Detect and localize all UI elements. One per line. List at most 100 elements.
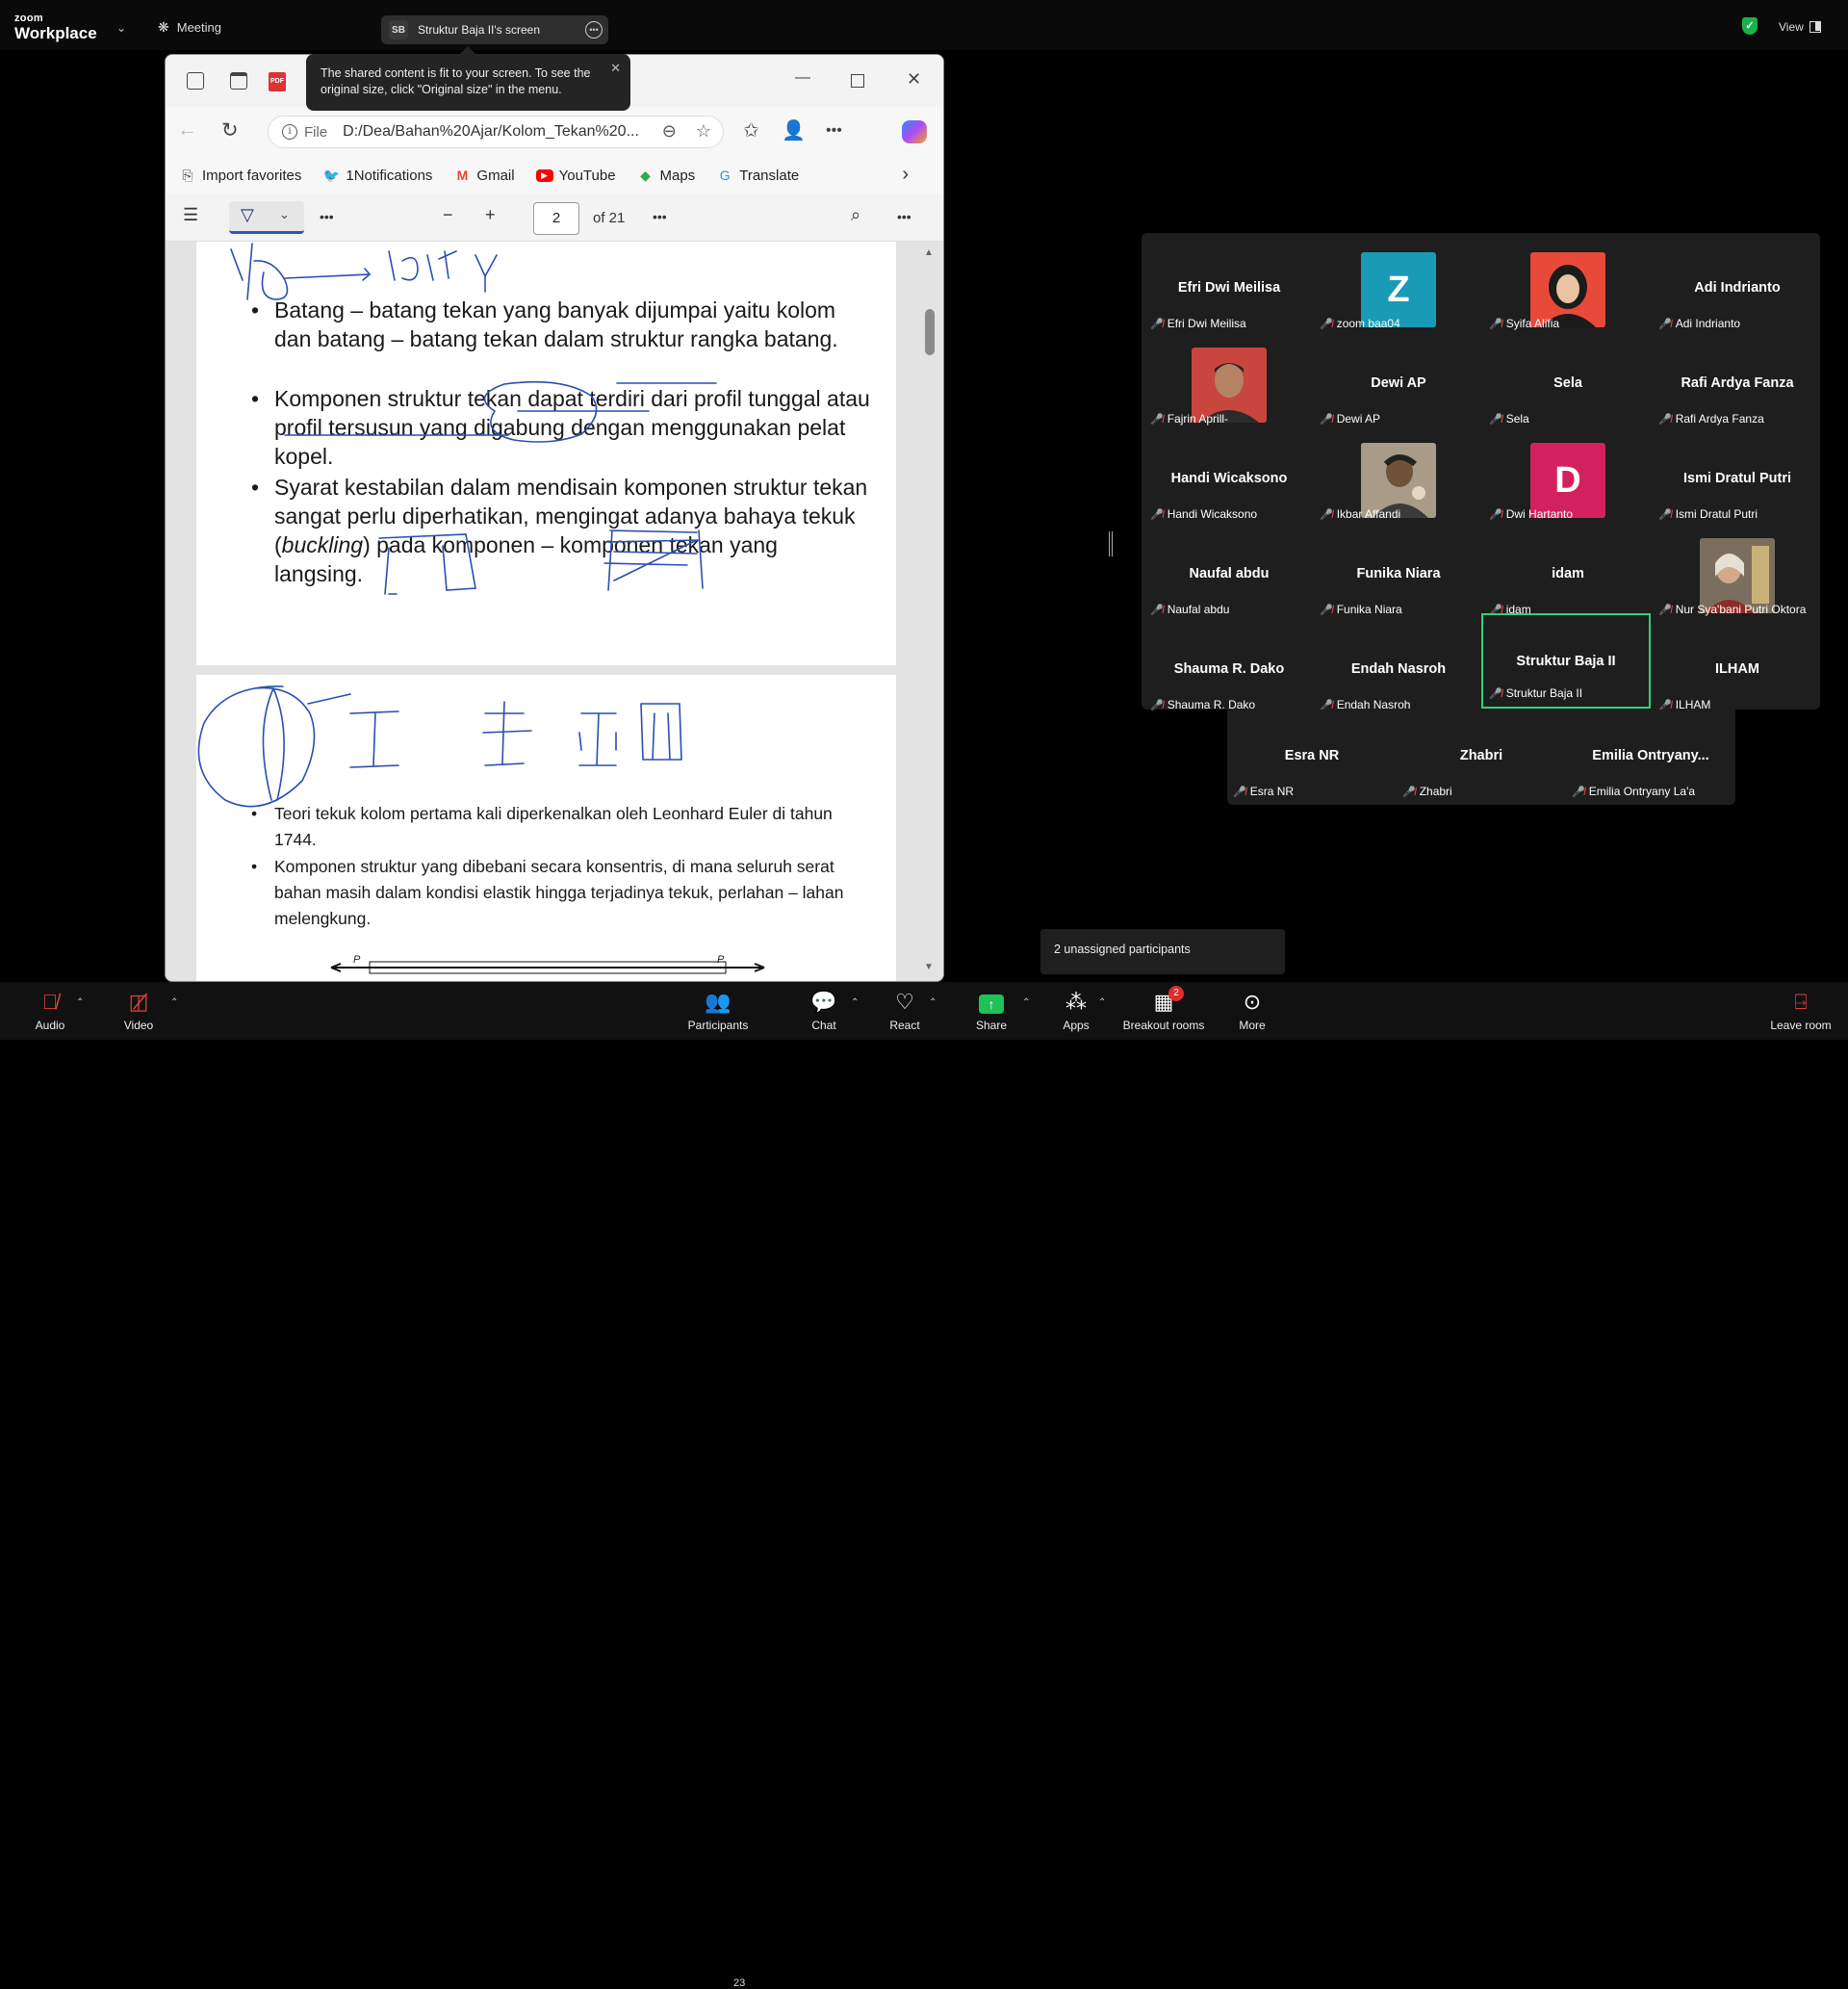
back-icon[interactable]: ←: [177, 118, 197, 142]
info-icon[interactable]: i: [282, 124, 297, 140]
more-options-icon[interactable]: •••: [585, 21, 603, 39]
participant-name: Emilia Ontryany...: [1592, 748, 1709, 763]
participant-tile-active-speaker[interactable]: Struktur Baja II 🎤̸ Struktur Baja II: [1481, 613, 1651, 709]
encryption-shield-icon[interactable]: ✓: [1742, 17, 1758, 35]
apps-label: Apps: [1063, 1019, 1090, 1032]
participants-count: 23: [733, 1977, 746, 1989]
participant-tile[interactable]: ILHAM 🎤̸ ILHAM: [1653, 623, 1822, 718]
participant-tile[interactable]: Zhabri 🎤̸ Zhabri: [1397, 710, 1566, 805]
participant-tile[interactable]: D 🎤̸ Dwi Hartanto: [1483, 432, 1653, 528]
participant-tile[interactable]: 🎤̸ Nur Sya'bani Putri Oktora: [1653, 528, 1822, 623]
participant-tile[interactable]: Z 🎤̸ zoom baa04: [1314, 242, 1483, 337]
zoom-in-icon[interactable]: +: [485, 205, 496, 225]
participant-tile[interactable]: 🎤̸ Ikbar Affandi: [1314, 432, 1483, 528]
participant-tile[interactable]: Efri Dwi Meilisa 🎤̸ Efri Dwi Meilisa: [1144, 242, 1314, 337]
participants-icon: 👥: [705, 990, 732, 1014]
workspaces-icon[interactable]: [187, 72, 204, 90]
meeting-menu-button[interactable]: ❋ Meeting: [158, 19, 221, 36]
zoom-out-icon[interactable]: −: [443, 205, 453, 225]
participant-tile[interactable]: Naufal abdu 🎤̸ Naufal abdu: [1144, 528, 1314, 623]
audio-button[interactable]: 🎙̸ Audio: [31, 990, 69, 1032]
favorite-maps[interactable]: ◆ Maps: [637, 168, 695, 184]
pdf-menu-icon[interactable]: •••: [897, 209, 911, 224]
favorite-notifications[interactable]: 🐦 1Notifications: [322, 168, 433, 184]
chevron-up-icon[interactable]: ⌃: [1022, 997, 1030, 1008]
chat-button[interactable]: 💬 Chat: [805, 990, 843, 1032]
splitter-handle[interactable]: [1109, 531, 1113, 556]
favorites-icon[interactable]: ✩: [743, 118, 759, 142]
participant-label: 🎤̸ Syifa Alifia: [1489, 317, 1559, 330]
tab-actions-icon[interactable]: [230, 72, 247, 90]
profile-icon[interactable]: 👤: [782, 118, 806, 142]
close-icon[interactable]: ✕: [610, 60, 621, 76]
participant-tile[interactable]: Handi Wicaksono 🎤̸ Handi Wicaksono: [1144, 432, 1314, 528]
page-number-input[interactable]: 2: [533, 202, 579, 235]
pdf-tab-icon[interactable]: PDF: [269, 72, 286, 91]
refresh-icon[interactable]: ↻: [221, 118, 239, 142]
chevron-down-icon[interactable]: ⌄: [279, 207, 290, 222]
participant-name: Adi Indrianto: [1694, 280, 1781, 296]
view-label: View: [1779, 20, 1804, 34]
minimize-icon[interactable]: —: [795, 69, 810, 87]
more-button[interactable]: ⊙ More: [1233, 990, 1271, 1032]
pdf-scrollbar[interactable]: ▲ ▼: [922, 242, 937, 981]
unassigned-participants-popup[interactable]: 2 unassigned participants: [1040, 929, 1285, 974]
participant-tile[interactable]: Shauma R. Dako 🎤̸ Shauma R. Dako: [1144, 623, 1314, 718]
settings-more-icon[interactable]: •••: [826, 122, 842, 140]
chevron-up-icon[interactable]: ⌃: [76, 997, 84, 1008]
participant-tile[interactable]: Ismi Dratul Putri 🎤̸ Ismi Dratul Putri: [1653, 432, 1822, 528]
zoom-out-icon[interactable]: ⊖: [662, 121, 677, 142]
participant-tile[interactable]: Funika Niara 🎤̸ Funika Niara: [1314, 528, 1483, 623]
scroll-down-icon[interactable]: ▼: [924, 962, 934, 972]
favorite-star-icon[interactable]: ☆: [696, 121, 711, 142]
page2-bullet-1: Teori tekuk kolom pertama kali diperkena…: [251, 801, 871, 853]
participant-label-text: Rafi Ardya Fanza: [1675, 412, 1764, 426]
participant-tile[interactable]: Sela 🎤̸ Sela: [1483, 337, 1653, 432]
favorite-translate[interactable]: G Translate: [716, 168, 799, 184]
favorite-import[interactable]: ⎘ Import favorites: [179, 168, 301, 184]
draw-button[interactable]: ▽ ⌄: [229, 201, 304, 234]
leave-room-button[interactable]: ⍈ Leave room: [1767, 990, 1835, 1032]
favorite-youtube[interactable]: ▶ YouTube: [535, 168, 616, 184]
breakout-rooms-button[interactable]: ▦ Breakout rooms: [1120, 990, 1207, 1032]
video-button[interactable]: ◫̸ Video: [119, 990, 158, 1032]
participant-tile[interactable]: Esra NR 🎤̸ Esra NR: [1227, 710, 1397, 805]
close-window-icon[interactable]: ✕: [907, 69, 921, 90]
participant-tile[interactable]: Emilia Ontryany... 🎤̸ Emilia Ontryany La'…: [1566, 710, 1735, 805]
chevron-up-icon[interactable]: ⌃: [851, 997, 859, 1008]
chevron-up-icon[interactable]: ⌃: [929, 997, 937, 1008]
more-page-options-icon[interactable]: •••: [653, 209, 667, 224]
scroll-up-icon[interactable]: ▲: [924, 247, 934, 258]
participant-tile[interactable]: 🎤̸ Syifa Alifia: [1483, 242, 1653, 337]
chevron-up-icon[interactable]: ⌃: [170, 997, 178, 1008]
scroll-thumb[interactable]: [925, 309, 935, 355]
mic-muted-icon: 🎤̸: [1489, 318, 1502, 330]
more-tools-icon[interactable]: •••: [320, 209, 334, 224]
participant-label: 🎤̸ Adi Indrianto: [1658, 317, 1740, 330]
shared-screen-pill[interactable]: SB Struktur Baja II's screen •••: [381, 15, 608, 44]
participants-button[interactable]: 👥 Participants: [683, 990, 753, 1032]
participant-tile[interactable]: idam 🎤̸ idam: [1483, 528, 1653, 623]
participant-tile[interactable]: Endah Nasroh 🎤̸ Endah Nasroh: [1314, 623, 1483, 718]
meeting-controls-toolbar: 🎙̸ Audio ⌃ ◫̸ Video ⌃ 👥 Participants 23 …: [0, 982, 1848, 1989]
participant-tile[interactable]: Dewi AP 🎤̸ Dewi AP: [1314, 337, 1483, 432]
maximize-icon[interactable]: [851, 74, 864, 88]
search-icon[interactable]: ⌕: [851, 205, 860, 225]
chevron-down-icon[interactable]: ⌄: [116, 21, 126, 35]
mic-muted-icon: 🎤̸: [1658, 413, 1672, 426]
chevron-up-icon[interactable]: ⌃: [1098, 997, 1106, 1008]
contents-list-icon[interactable]: ☰: [183, 205, 198, 225]
share-button[interactable]: ↑ Share: [972, 990, 1011, 1032]
participant-tile[interactable]: Adi Indrianto 🎤̸ Adi Indrianto: [1653, 242, 1822, 337]
apps-button[interactable]: ⁂ Apps: [1057, 990, 1095, 1032]
favorite-gmail[interactable]: M Gmail: [453, 168, 515, 184]
participant-tile[interactable]: 🎤̸ Fajrin Aprill-: [1144, 337, 1314, 432]
react-button[interactable]: ♡ React: [886, 990, 924, 1032]
pdf-viewport[interactable]: Batang – batang tekan yang banyak dijump…: [166, 242, 943, 981]
copilot-icon[interactable]: [902, 120, 927, 143]
view-button[interactable]: View: [1779, 20, 1821, 34]
url-scheme-label: File: [304, 123, 328, 141]
url-field[interactable]: i File D:/Dea/Bahan%20Ajar/Kolom_Tekan%2…: [268, 116, 724, 148]
participant-tile[interactable]: Rafi Ardya Fanza 🎤̸ Rafi Ardya Fanza: [1653, 337, 1822, 432]
chevron-right-icon[interactable]: ›: [902, 164, 909, 186]
